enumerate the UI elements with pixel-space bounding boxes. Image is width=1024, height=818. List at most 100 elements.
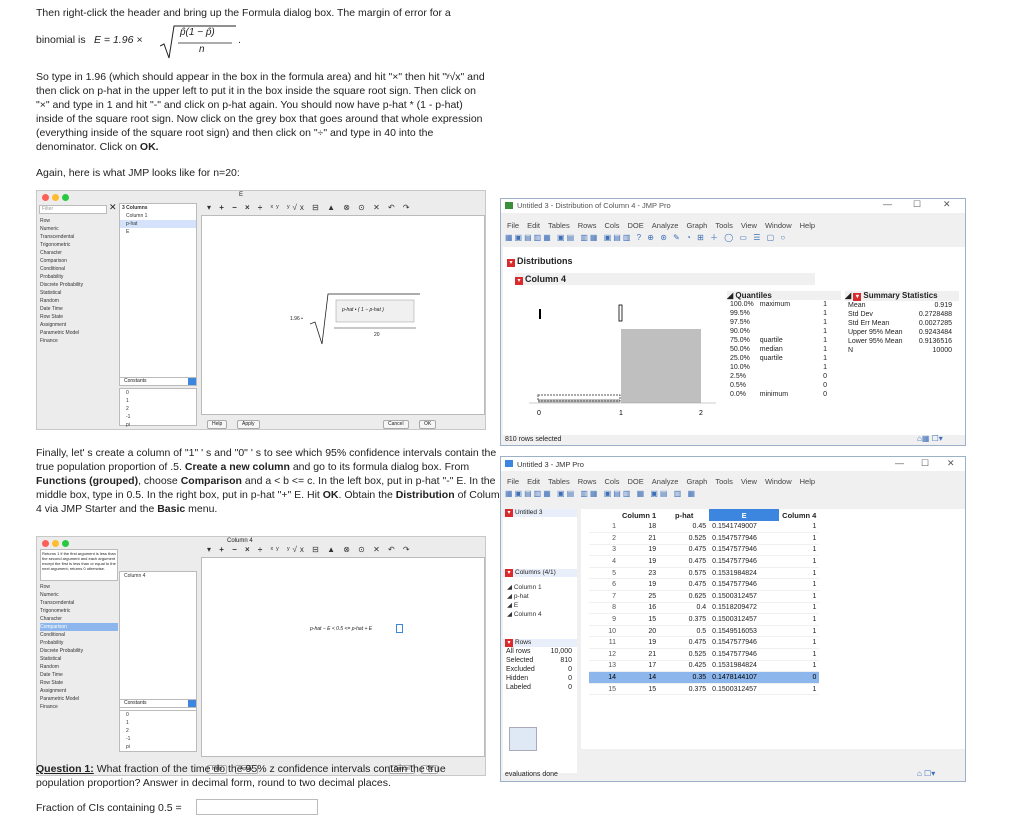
menu-item[interactable]: File: [507, 477, 519, 486]
table-cell[interactable]: 0.1547577946: [709, 578, 780, 592]
red-triangle-icon[interactable]: ▾: [507, 259, 515, 267]
table-cell[interactable]: 0.475: [659, 544, 710, 557]
minimize-dot[interactable]: [52, 540, 59, 547]
menu-item[interactable]: Window: [765, 221, 792, 230]
table-cell[interactable]: 19: [619, 636, 660, 650]
table-cell[interactable]: 0.625: [659, 590, 710, 603]
column-4-header[interactable]: ▾ Column 4: [515, 273, 815, 285]
function-group-item[interactable]: Probability: [40, 639, 118, 647]
table-cell[interactable]: 1: [779, 590, 820, 603]
table-cell[interactable]: 15: [619, 613, 660, 626]
maximize-icon[interactable]: ☐: [913, 199, 921, 210]
table-cell[interactable]: 0.1541749007: [709, 521, 780, 534]
table-row[interactable]: 14 14 0.35 0.1478144107 0: [589, 671, 820, 684]
minimize-dot[interactable]: [52, 194, 59, 201]
table-cell[interactable]: 14: [619, 671, 660, 684]
function-group-item[interactable]: Numeric: [40, 591, 118, 599]
menu-item[interactable]: Cols: [604, 221, 619, 230]
table-cell[interactable]: 4: [589, 555, 619, 568]
function-group-item[interactable]: Transcendental: [40, 599, 118, 607]
table-cell[interactable]: 0.525: [659, 532, 710, 545]
table-row[interactable]: 11 19 0.475 0.1547577946 1: [589, 636, 820, 650]
table-cell[interactable]: 0.425: [659, 660, 710, 673]
constant-item[interactable]: -1: [120, 413, 196, 421]
column-header[interactable]: Column 1: [619, 509, 659, 521]
table-cell[interactable]: 0.45: [659, 521, 710, 534]
column-item[interactable]: Column 1: [120, 212, 196, 220]
column-item[interactable]: Column 4: [120, 572, 196, 580]
function-group-item[interactable]: Numeric: [40, 225, 118, 233]
table-cell[interactable]: 1: [779, 648, 820, 661]
function-group-item[interactable]: Random: [40, 297, 118, 305]
table-cell[interactable]: 11: [589, 636, 619, 650]
constant-item[interactable]: 1: [120, 397, 196, 405]
table-row[interactable]: 15 15 0.375 0.1500312457 1: [589, 683, 820, 696]
table-cell[interactable]: 0.1547577946: [709, 555, 780, 568]
function-group-item[interactable]: Character: [40, 615, 118, 623]
table-cell[interactable]: 1: [779, 636, 820, 650]
function-group-item[interactable]: Random: [40, 663, 118, 671]
column-list-item[interactable]: ◢ p-hat: [503, 592, 577, 601]
table-cell[interactable]: 5: [589, 567, 619, 580]
menu-item[interactable]: Analyze: [652, 477, 679, 486]
column-header[interactable]: p-hat: [659, 509, 709, 521]
function-group-item[interactable]: Probability: [40, 273, 118, 281]
table-tab[interactable]: ▾ Untitled 3: [503, 509, 577, 517]
table-row[interactable]: 4 19 0.475 0.1547577946 1: [589, 555, 820, 568]
menu-item[interactable]: Edit: [527, 221, 540, 230]
table-cell[interactable]: 2: [589, 532, 619, 545]
table-row[interactable]: 10 20 0.5 0.1549516053 1: [589, 625, 820, 638]
table-row[interactable]: 5 23 0.575 0.1531984824 1: [589, 567, 820, 580]
menu-item[interactable]: Help: [800, 477, 815, 486]
menu-item[interactable]: Window: [765, 477, 792, 486]
function-group-item[interactable]: Discrete Probability: [40, 647, 118, 655]
function-group-item[interactable]: Assignment: [40, 687, 118, 695]
table-cell[interactable]: 0.475: [659, 578, 710, 592]
table-cell[interactable]: 1: [779, 521, 820, 534]
red-triangle-icon[interactable]: ▾: [505, 509, 513, 517]
function-group-item[interactable]: Date Time: [40, 305, 118, 313]
close-icon[interactable]: ✕: [947, 458, 955, 469]
red-triangle-icon[interactable]: ▾: [505, 569, 513, 577]
table-cell[interactable]: 0.1478144107: [709, 671, 780, 684]
table-cell[interactable]: 19: [619, 544, 660, 557]
table-cell[interactable]: 25: [619, 590, 660, 603]
function-group-item[interactable]: Discrete Probability: [40, 281, 118, 289]
table-row[interactable]: 2 21 0.525 0.1547577946 1: [589, 532, 820, 545]
summary-header[interactable]: ◢ ▾ Summary Statistics: [845, 291, 959, 301]
table-cell[interactable]: 15: [619, 683, 660, 696]
function-group-item[interactable]: Trigonometric: [40, 241, 118, 249]
function-group-item[interactable]: Date Time: [40, 671, 118, 679]
table-cell[interactable]: 21: [619, 648, 660, 661]
menu-item[interactable]: Graph: [686, 221, 707, 230]
function-group-item[interactable]: Statistical: [40, 655, 118, 663]
column-list-item[interactable]: ◢ Column 4: [503, 610, 577, 619]
close-dot[interactable]: [42, 540, 49, 547]
table-cell[interactable]: 0.1518209472: [709, 602, 780, 615]
column-header[interactable]: E: [709, 509, 780, 521]
menu-item[interactable]: Graph: [686, 477, 707, 486]
function-group-item[interactable]: Transcendental: [40, 233, 118, 241]
formula-editor[interactable]: 1.96 • p-hat • ( 1 − p-hat ) 20: [201, 215, 485, 415]
function-group-item[interactable]: Finance: [40, 703, 118, 711]
table-cell[interactable]: 0.525: [659, 648, 710, 661]
ok-button[interactable]: OK: [419, 420, 437, 429]
function-group-item[interactable]: Comparison: [40, 623, 118, 631]
apply-button[interactable]: Apply: [237, 420, 260, 429]
red-triangle-icon[interactable]: ▾: [515, 277, 523, 285]
zoom-dot[interactable]: [62, 194, 69, 201]
table-cell[interactable]: 0.1531984824: [709, 567, 780, 580]
table-cell[interactable]: 23: [619, 567, 660, 580]
table-cell[interactable]: 8: [589, 602, 619, 615]
table-cell[interactable]: 14: [589, 671, 619, 684]
answer-input[interactable]: [196, 799, 318, 815]
minimize-icon[interactable]: —: [895, 458, 904, 468]
table-cell[interactable]: 1: [589, 521, 619, 534]
constant-item[interactable]: 2: [120, 405, 196, 413]
table-row[interactable]: 1 18 0.45 0.1541749007 1: [589, 521, 820, 534]
table-cell[interactable]: 1: [779, 544, 820, 557]
function-group-item[interactable]: Parametric Model: [40, 329, 118, 337]
table-cell[interactable]: 19: [619, 578, 660, 592]
distributions-header[interactable]: ▾ Distributions: [507, 255, 687, 267]
expr-denominator[interactable]: 20: [374, 332, 380, 338]
